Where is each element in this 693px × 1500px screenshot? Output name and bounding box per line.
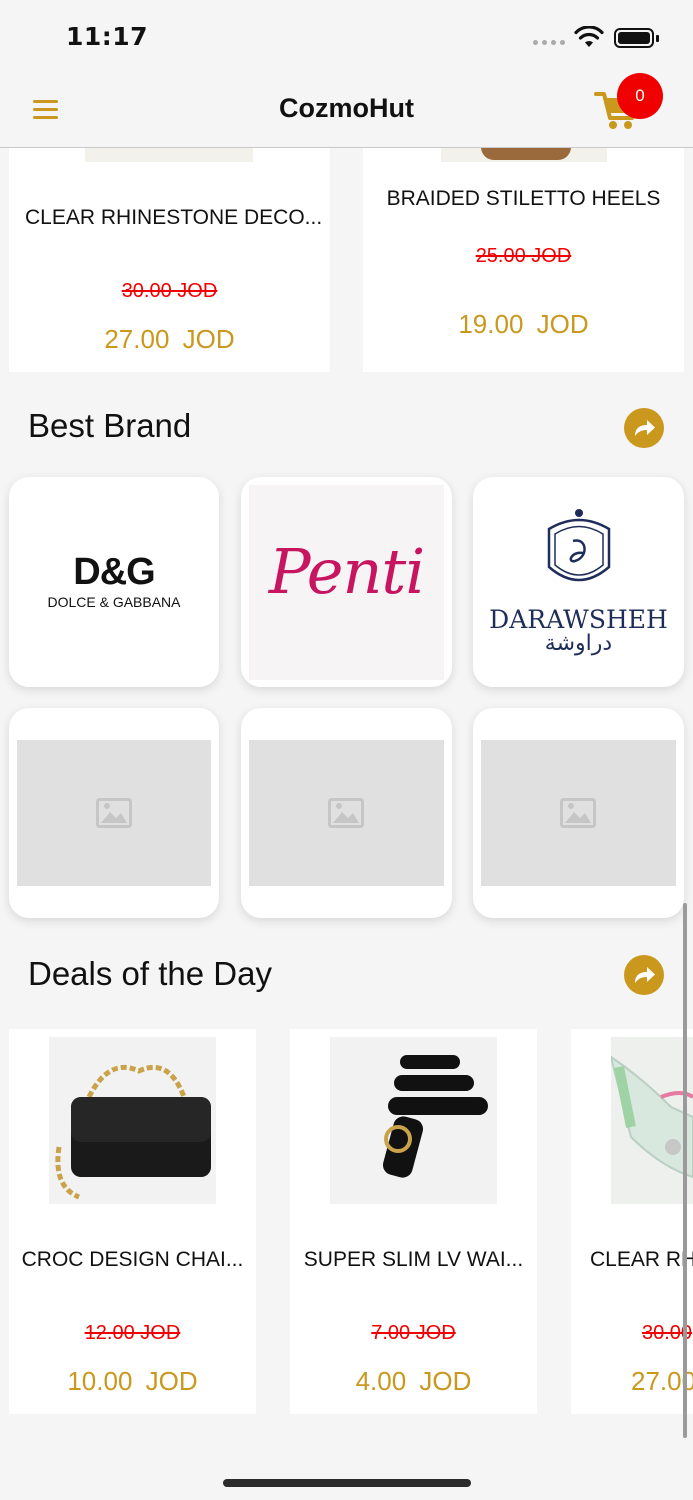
deals-see-all-button[interactable] [624, 955, 664, 995]
product-image-belt [330, 1037, 497, 1204]
deal-card[interactable]: CROC DESIGN CHAI... 12.00 JOD 10.00 JOD [9, 1029, 256, 1414]
brand-card-penti[interactable]: Penti [241, 477, 452, 687]
brand-card-darawsheh[interactable]: DARAWSHEH دراوشة [473, 477, 684, 687]
deal-card[interactable]: CLEAR RHI 30.00 27.00 [571, 1029, 693, 1414]
brand-card-placeholder[interactable] [9, 708, 219, 918]
brand-logo-darawsheh-arabic: دراوشة [544, 631, 613, 656]
product-price: 27.00 JOD [104, 324, 235, 354]
cart-count-badge: 0 [617, 73, 663, 119]
battery-icon [614, 28, 654, 48]
app-title: CozmoHut [279, 93, 414, 123]
image-placeholder-icon [328, 798, 364, 828]
product-name: SUPER SLIM LV WAI... [303, 1248, 524, 1271]
product-old-price: 30.00 JOD [121, 280, 218, 302]
product-old-price: 7.00 JOD [371, 1322, 456, 1344]
product-card[interactable]: BRAIDED STILETTO HEELS 25.00 JOD 19.00 J… [363, 148, 684, 372]
best-brand-title: Best Brand [28, 407, 192, 444]
brand-card-placeholder[interactable] [241, 708, 452, 918]
brand-logo-dg: D&G [73, 551, 155, 593]
darawsheh-crest-icon [547, 509, 611, 582]
deal-card[interactable]: SUPER SLIM LV WAI... 7.00 JOD 4.00 JOD [290, 1029, 537, 1414]
product-card[interactable]: CLEAR RHINESTONE DECO... 30.00 JOD 27.00… [9, 148, 330, 372]
product-price: 10.00 JOD [67, 1366, 198, 1396]
product-name: BRAIDED STILETTO HEELS [386, 187, 661, 210]
status-time: 11:17 [66, 22, 149, 51]
best-brand-see-all-button[interactable] [624, 408, 664, 448]
product-image-chain-bag [49, 1037, 216, 1204]
product-name: CLEAR RHINESTONE DECO... [25, 206, 323, 229]
product-old-price: 12.00 JOD [84, 1322, 181, 1344]
product-image [85, 148, 253, 162]
deals-title: Deals of the Day [28, 955, 272, 992]
share-arrow-icon [635, 967, 655, 983]
cellular-signal-icon [533, 40, 565, 46]
product-old-price: 25.00 JOD [475, 245, 572, 267]
product-image [441, 148, 607, 162]
product-name: CLEAR RHI [590, 1248, 693, 1271]
brand-logo-dg-subtitle: DOLCE & GABBANA [47, 594, 181, 610]
brand-card-placeholder[interactable] [473, 708, 684, 918]
wifi-icon [574, 26, 604, 47]
product-price: 19.00 JOD [458, 309, 589, 339]
image-placeholder-icon [96, 798, 132, 828]
product-name: CROC DESIGN CHAI... [21, 1248, 244, 1271]
home-indicator[interactable] [223, 1479, 471, 1487]
product-image-clear-heels [611, 1037, 693, 1204]
brand-logo-penti: Penti [268, 535, 425, 608]
share-arrow-icon [635, 420, 655, 436]
brand-logo-darawsheh: DARAWSHEH [489, 605, 668, 634]
product-price: 4.00 JOD [355, 1366, 472, 1396]
brand-card-dolce-gabbana[interactable]: D&G DOLCE & GABBANA [9, 477, 219, 687]
vertical-scrollbar[interactable] [683, 903, 687, 1438]
image-placeholder-icon [560, 798, 596, 828]
